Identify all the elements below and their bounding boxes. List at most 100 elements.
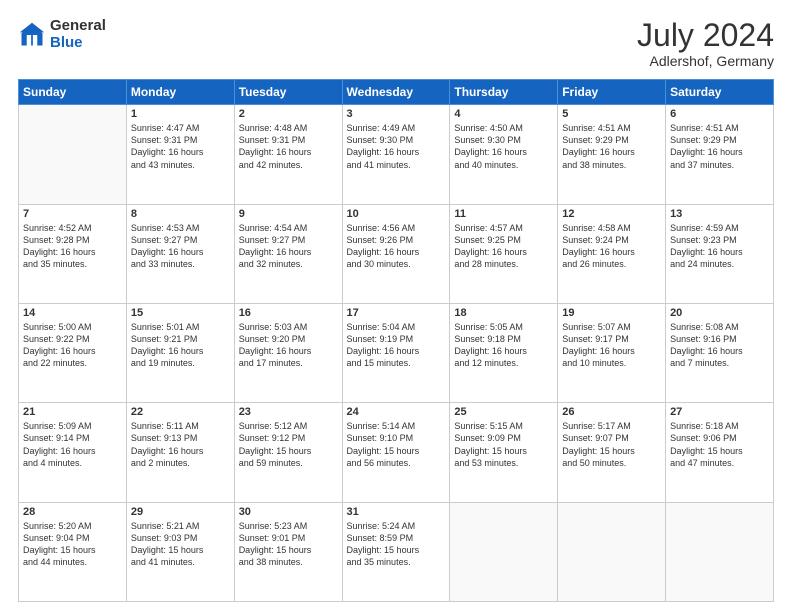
- day-number: 16: [239, 307, 338, 319]
- table-row: 25 Sunrise: 5:15 AMSunset: 9:09 PMDayligh…: [450, 403, 558, 502]
- day-number: 25: [454, 406, 553, 418]
- day-info: Sunrise: 5:04 AMSunset: 9:19 PMDaylight:…: [347, 321, 446, 370]
- day-info: Sunrise: 4:49 AMSunset: 9:30 PMDaylight:…: [347, 122, 446, 171]
- logo-blue-text: Blue: [50, 35, 106, 52]
- title-block: July 2024 Adlershof, Germany: [637, 18, 774, 69]
- day-info: Sunrise: 5:23 AMSunset: 9:01 PMDaylight:…: [239, 520, 338, 569]
- day-info: Sunrise: 4:56 AMSunset: 9:26 PMDaylight:…: [347, 222, 446, 271]
- table-row: 6 Sunrise: 4:51 AMSunset: 9:29 PMDaylight…: [666, 105, 774, 204]
- day-number: 14: [23, 307, 122, 319]
- calendar-table: Sunday Monday Tuesday Wednesday Thursday…: [18, 79, 774, 602]
- day-number: 26: [562, 406, 661, 418]
- day-number: 23: [239, 406, 338, 418]
- table-row: 27 Sunrise: 5:18 AMSunset: 9:06 PMDayligh…: [666, 403, 774, 502]
- table-row: 14 Sunrise: 5:00 AMSunset: 9:22 PMDayligh…: [19, 303, 127, 402]
- table-row: 28Sunrise: 5:20 AMSunset: 9:04 PMDayligh…: [19, 502, 127, 601]
- table-row: 20 Sunrise: 5:08 AMSunset: 9:16 PMDayligh…: [666, 303, 774, 402]
- calendar-week-row: 1 Sunrise: 4:47 AMSunset: 9:31 PMDaylight…: [19, 105, 774, 204]
- day-info: Sunrise: 4:53 AMSunset: 9:27 PMDaylight:…: [131, 222, 230, 271]
- col-header-saturday: Saturday: [666, 80, 774, 105]
- day-number: 3: [347, 108, 446, 120]
- table-row: 13 Sunrise: 4:59 AMSunset: 9:23 PMDayligh…: [666, 204, 774, 303]
- table-row: 19 Sunrise: 5:07 AMSunset: 9:17 PMDayligh…: [558, 303, 666, 402]
- day-info: Sunrise: 5:00 AMSunset: 9:22 PMDaylight:…: [23, 321, 122, 370]
- table-row: 26 Sunrise: 5:17 AMSunset: 9:07 PMDayligh…: [558, 403, 666, 502]
- day-info: Sunrise: 5:17 AMSunset: 9:07 PMDaylight:…: [562, 420, 661, 469]
- day-info: Sunrise: 5:12 AMSunset: 9:12 PMDaylight:…: [239, 420, 338, 469]
- day-number: 12: [562, 208, 661, 220]
- day-info: Sunrise: 4:58 AMSunset: 9:24 PMDaylight:…: [562, 222, 661, 271]
- calendar-week-row: 28Sunrise: 5:20 AMSunset: 9:04 PMDayligh…: [19, 502, 774, 601]
- day-number: 7: [23, 208, 122, 220]
- table-row: [666, 502, 774, 601]
- day-info: Sunrise: 5:05 AMSunset: 9:18 PMDaylight:…: [454, 321, 553, 370]
- col-header-monday: Monday: [126, 80, 234, 105]
- day-number: 18: [454, 307, 553, 319]
- table-row: 23 Sunrise: 5:12 AMSunset: 9:12 PMDayligh…: [234, 403, 342, 502]
- table-row: 29 Sunrise: 5:21 AMSunset: 9:03 PMDayligh…: [126, 502, 234, 601]
- table-row: 31Sunrise: 5:24 AMSunset: 8:59 PMDayligh…: [342, 502, 450, 601]
- table-row: 24 Sunrise: 5:14 AMSunset: 9:10 PMDayligh…: [342, 403, 450, 502]
- day-info: Sunrise: 5:14 AMSunset: 9:10 PMDaylight:…: [347, 420, 446, 469]
- table-row: 8 Sunrise: 4:53 AMSunset: 9:27 PMDaylight…: [126, 204, 234, 303]
- calendar-week-row: 21Sunrise: 5:09 AMSunset: 9:14 PMDayligh…: [19, 403, 774, 502]
- table-row: 4Sunrise: 4:50 AMSunset: 9:30 PMDaylight…: [450, 105, 558, 204]
- day-number: 22: [131, 406, 230, 418]
- calendar-header-row: Sunday Monday Tuesday Wednesday Thursday…: [19, 80, 774, 105]
- col-header-friday: Friday: [558, 80, 666, 105]
- day-info: Sunrise: 4:51 AMSunset: 9:29 PMDaylight:…: [562, 122, 661, 171]
- table-row: 12 Sunrise: 4:58 AMSunset: 9:24 PMDayligh…: [558, 204, 666, 303]
- table-row: 9 Sunrise: 4:54 AMSunset: 9:27 PMDaylight…: [234, 204, 342, 303]
- day-number: 21: [23, 406, 122, 418]
- day-info: Sunrise: 5:18 AMSunset: 9:06 PMDaylight:…: [670, 420, 769, 469]
- day-number: 24: [347, 406, 446, 418]
- day-number: 9: [239, 208, 338, 220]
- logo: General Blue: [18, 18, 106, 51]
- day-number: 8: [131, 208, 230, 220]
- table-row: 21Sunrise: 5:09 AMSunset: 9:14 PMDayligh…: [19, 403, 127, 502]
- day-info: Sunrise: 5:01 AMSunset: 9:21 PMDaylight:…: [131, 321, 230, 370]
- day-number: 5: [562, 108, 661, 120]
- day-info: Sunrise: 4:52 AMSunset: 9:28 PMDaylight:…: [23, 222, 122, 271]
- day-number: 20: [670, 307, 769, 319]
- table-row: 16Sunrise: 5:03 AMSunset: 9:20 PMDayligh…: [234, 303, 342, 402]
- day-number: 17: [347, 307, 446, 319]
- day-number: 1: [131, 108, 230, 120]
- day-number: 13: [670, 208, 769, 220]
- day-info: Sunrise: 4:48 AMSunset: 9:31 PMDaylight:…: [239, 122, 338, 171]
- table-row: 5 Sunrise: 4:51 AMSunset: 9:29 PMDaylight…: [558, 105, 666, 204]
- table-row: 18 Sunrise: 5:05 AMSunset: 9:18 PMDayligh…: [450, 303, 558, 402]
- day-number: 2: [239, 108, 338, 120]
- table-row: 10 Sunrise: 4:56 AMSunset: 9:26 PMDayligh…: [342, 204, 450, 303]
- header: General Blue July 2024 Adlershof, German…: [18, 18, 774, 69]
- day-number: 19: [562, 307, 661, 319]
- day-number: 6: [670, 108, 769, 120]
- table-row: 2 Sunrise: 4:48 AMSunset: 9:31 PMDaylight…: [234, 105, 342, 204]
- day-info: Sunrise: 5:07 AMSunset: 9:17 PMDaylight:…: [562, 321, 661, 370]
- day-info: Sunrise: 4:47 AMSunset: 9:31 PMDaylight:…: [131, 122, 230, 171]
- day-info: Sunrise: 5:20 AMSunset: 9:04 PMDaylight:…: [23, 520, 122, 569]
- day-info: Sunrise: 4:57 AMSunset: 9:25 PMDaylight:…: [454, 222, 553, 271]
- table-row: 7 Sunrise: 4:52 AMSunset: 9:28 PMDaylight…: [19, 204, 127, 303]
- location: Adlershof, Germany: [637, 53, 774, 69]
- page: General Blue July 2024 Adlershof, German…: [0, 0, 792, 612]
- logo-icon: [18, 21, 46, 49]
- day-number: 30: [239, 506, 338, 518]
- day-info: Sunrise: 4:59 AMSunset: 9:23 PMDaylight:…: [670, 222, 769, 271]
- day-number: 10: [347, 208, 446, 220]
- day-info: Sunrise: 4:54 AMSunset: 9:27 PMDaylight:…: [239, 222, 338, 271]
- table-row: [558, 502, 666, 601]
- day-number: 15: [131, 307, 230, 319]
- day-info: Sunrise: 5:21 AMSunset: 9:03 PMDaylight:…: [131, 520, 230, 569]
- day-number: 11: [454, 208, 553, 220]
- day-number: 29: [131, 506, 230, 518]
- table-row: 3 Sunrise: 4:49 AMSunset: 9:30 PMDaylight…: [342, 105, 450, 204]
- day-number: 27: [670, 406, 769, 418]
- day-info: Sunrise: 4:51 AMSunset: 9:29 PMDaylight:…: [670, 122, 769, 171]
- month-year: July 2024: [637, 18, 774, 53]
- calendar-week-row: 14 Sunrise: 5:00 AMSunset: 9:22 PMDayligh…: [19, 303, 774, 402]
- day-info: Sunrise: 4:50 AMSunset: 9:30 PMDaylight:…: [454, 122, 553, 171]
- col-header-wednesday: Wednesday: [342, 80, 450, 105]
- day-info: Sunrise: 5:15 AMSunset: 9:09 PMDaylight:…: [454, 420, 553, 469]
- day-info: Sunrise: 5:08 AMSunset: 9:16 PMDaylight:…: [670, 321, 769, 370]
